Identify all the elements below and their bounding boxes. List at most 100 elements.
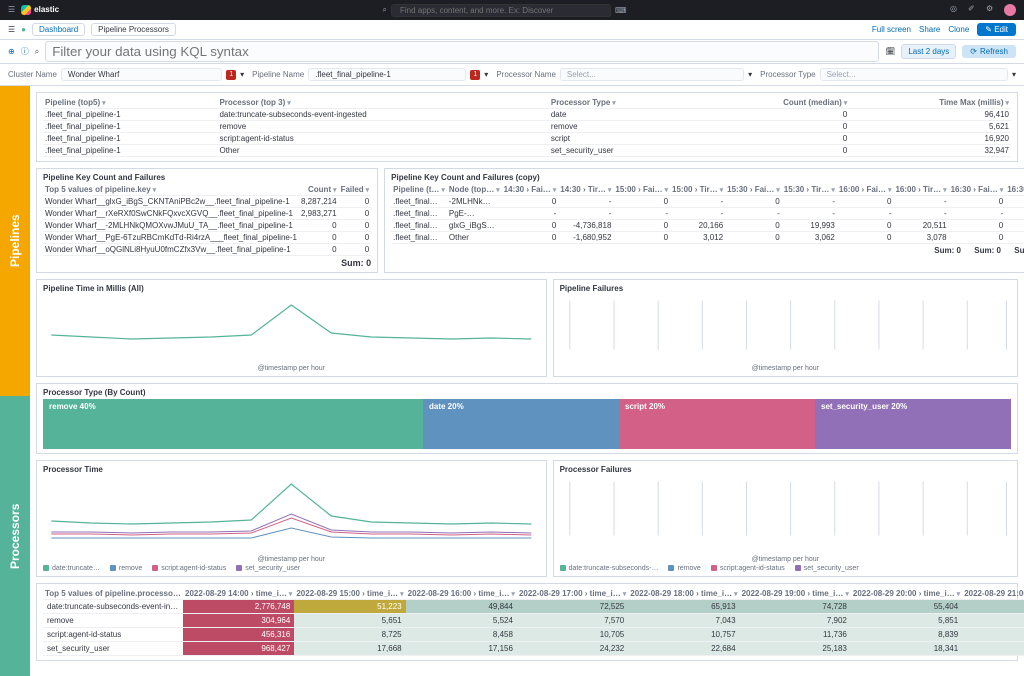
brand-logo[interactable]: elastic	[21, 5, 59, 15]
pencil-icon: ✎	[985, 25, 994, 34]
column-header[interactable]: 16:00 › Tir…	[893, 184, 948, 196]
info-icon[interactable]: ⓘ	[21, 46, 29, 57]
chevron-down-icon[interactable]: ▾	[484, 70, 488, 79]
newsfeed-icon[interactable]: ✐	[968, 4, 980, 16]
refresh-icon: ⟳	[970, 47, 977, 56]
table-row[interactable]: script:agent-id-status456,3168,7258,4581…	[43, 628, 1024, 642]
chevron-down-icon[interactable]: ▾	[1012, 70, 1016, 79]
column-header[interactable]: 14:30 › Fai…	[502, 184, 559, 196]
pipeline-time-chart-panel: Pipeline Time in Millis (All) @timestamp…	[36, 279, 547, 377]
search-icon: ⌕	[35, 47, 39, 57]
table-row[interactable]: .fleet_final…-2MLHNk…0-0-0-0-0-0-	[391, 196, 1024, 208]
table-row[interactable]: .fleet_final…PgE-…------------	[391, 208, 1024, 220]
column-header[interactable]: 15:30 › Fai…	[725, 184, 782, 196]
table-row[interactable]: .fleet_final_pipeline-1Otherset_security…	[43, 145, 1011, 157]
calendar-icon[interactable]: 🗓	[885, 47, 895, 56]
table-row[interactable]: .fleet_final_pipeline-1removeremove05,62…	[43, 121, 1011, 133]
settings-icon[interactable]: ⚙	[986, 4, 998, 16]
column-header[interactable]: Processor Type	[549, 97, 700, 109]
help-icon[interactable]: ◎	[950, 4, 962, 16]
pipeline-top5-table-panel: Pipeline (top5)Processor (top 3)Processo…	[36, 92, 1018, 162]
panel-title: Processor Time	[43, 465, 540, 474]
column-header[interactable]: Failed	[339, 184, 372, 196]
processor-failures-legend: date:truncate-subseconds-…removescript:a…	[560, 565, 1011, 572]
global-search-input[interactable]	[391, 4, 611, 17]
pipeline-time-line-chart	[43, 295, 540, 355]
column-header[interactable]: 15:00 › Tir…	[670, 184, 725, 196]
table-row[interactable]: set_security_user968,42717,66817,15624,2…	[43, 642, 1024, 656]
breadcrumb-bar: ☰ ● Dashboard Pipeline Processors Full s…	[0, 20, 1024, 40]
column-header[interactable]: Pipeline (t…	[391, 184, 447, 196]
action-share[interactable]: Share	[919, 25, 940, 34]
processor-time-legend: date:truncate…removescript:agent-id-stat…	[43, 565, 540, 572]
collapse-icon[interactable]: ☰	[8, 26, 15, 34]
breadcrumb-dashboard[interactable]: Dashboard	[32, 23, 85, 36]
query-bar: ⊕ ⓘ ⌕ 🗓 Last 2 days ⟳Refresh	[0, 40, 1024, 64]
table-row[interactable]: .fleet_final_pipeline-1date:truncate-sub…	[43, 109, 1011, 121]
cluster-name-label: Cluster Name	[8, 70, 57, 79]
table-row[interactable]: Wonder Wharf__glxG_iBgS_CKNTAniPBc2w__.f…	[43, 196, 371, 208]
column-header[interactable]: 16:00 › Fai…	[837, 184, 894, 196]
refresh-button[interactable]: ⟳Refresh	[962, 45, 1016, 58]
column-header[interactable]: 2022-08-29 17:00 › time_i…	[517, 588, 628, 600]
panel-title: Processor Failures	[560, 465, 1011, 474]
processor-heatmap-table: Top 5 values of pipeline.processor.name2…	[43, 588, 1024, 656]
column-header[interactable]: 2022-08-29 15:00 › time_i…	[294, 588, 405, 600]
column-header[interactable]: 2022-08-29 19:00 › time_i…	[740, 588, 851, 600]
pipeline-name-select[interactable]: .fleet_final_pipeline-1	[308, 68, 466, 81]
column-header[interactable]: Processor (top 3)	[217, 97, 548, 109]
column-header[interactable]: 16:30 › Tir…	[1005, 184, 1024, 196]
processor-type-panel: Processor Type (By Count) remove 40% dat…	[36, 383, 1018, 454]
sum-label: Sum: 0	[43, 258, 371, 268]
panel-title: Pipeline Key Count and Failures (copy)	[391, 173, 1024, 182]
processor-heatmap-panel: Top 5 values of pipeline.processor.name2…	[36, 583, 1018, 661]
processor-name-select[interactable]: Select...	[560, 68, 744, 81]
table-row[interactable]: Wonder Wharf__oQGlNLi8HyuU0fmCZfx3Vw__.f…	[43, 244, 371, 256]
table-row[interactable]: .fleet_final…glxG_iBgS…0-4,736,818020,16…	[391, 220, 1024, 232]
column-header[interactable]: 2022-08-29 14:00 › time_i…	[183, 588, 294, 600]
table-row[interactable]: Wonder Wharf__rXeRXf0SwCNkFQxvcXGVQ__.fl…	[43, 208, 371, 220]
column-header[interactable]: 15:00 › Fai…	[613, 184, 670, 196]
column-header[interactable]: Count	[299, 184, 339, 196]
pipeline-failures-chart-panel: Pipeline Failures @timestamp per hour	[553, 279, 1018, 377]
chevron-down-icon[interactable]: ▾	[240, 70, 244, 79]
kql-input[interactable]	[45, 41, 879, 62]
time-range-picker[interactable]: Last 2 days	[901, 44, 956, 59]
column-header[interactable]: Pipeline (top5)	[43, 97, 217, 109]
action-clone[interactable]: Clone	[948, 25, 969, 34]
table-row[interactable]: Wonder Wharf__-2MLHNkQMOXvwJMuU_TA__.fle…	[43, 220, 371, 232]
pipeline-name-label: Pipeline Name	[252, 70, 304, 79]
user-avatar[interactable]	[1004, 4, 1016, 16]
column-header[interactable]: 14:30 › Tir…	[558, 184, 613, 196]
column-header[interactable]: 16:30 › Fai…	[949, 184, 1006, 196]
nav-toggle-icon[interactable]: ☰	[8, 6, 15, 14]
column-header[interactable]: Count (median)	[700, 97, 849, 109]
table-row[interactable]: .fleet_final_pipeline-1script:agent-id-s…	[43, 133, 1011, 145]
processor-type-select[interactable]: Select...	[820, 68, 1008, 81]
column-header[interactable]: Top 5 values of pipeline.processor.name	[43, 588, 183, 600]
processor-type-stacked-bar: remove 40% date 20% script 20% set_secur…	[43, 399, 1011, 449]
column-header[interactable]: Top 5 values of pipeline.key	[43, 184, 299, 196]
table-row[interactable]: .fleet_final…Other0-1,680,95203,01203,06…	[391, 232, 1024, 244]
column-header[interactable]: Node (top…	[447, 184, 502, 196]
panel-title: Pipeline Key Count and Failures	[43, 173, 371, 182]
pipeline-keycount-copy-panel: Pipeline Key Count and Failures (copy) P…	[384, 168, 1024, 273]
action-edit: ✎ Edit	[977, 23, 1016, 36]
panel-title: Pipeline Time in Millis (All)	[43, 284, 540, 293]
column-header[interactable]: 2022-08-29 20:00 › time_i…	[851, 588, 962, 600]
table-row[interactable]: remove304,9645,6515,5247,5707,0437,9025,…	[43, 614, 1024, 628]
column-header[interactable]: 15:30 › Tir…	[782, 184, 837, 196]
panel-title: Pipeline Failures	[560, 284, 1011, 293]
column-header[interactable]: 2022-08-29 18:00 › time_i…	[628, 588, 739, 600]
filter-icon[interactable]: ⊕	[8, 47, 15, 56]
action-fullscreen[interactable]: Full screen	[872, 25, 911, 34]
table-row[interactable]: Wonder Wharf__PgE-6TzuRBCmKdTd-Ri4rzA___…	[43, 232, 371, 244]
table-row[interactable]: date:truncate-subseconds-event-ingested2…	[43, 600, 1024, 614]
column-header[interactable]: 2022-08-29 21:00 › time_i…	[962, 588, 1024, 600]
column-header[interactable]: 2022-08-29 16:00 › time_i…	[406, 588, 517, 600]
rail-pipelines: Pipelines	[0, 86, 30, 396]
cluster-name-select[interactable]: Wonder Wharf	[61, 68, 222, 81]
chevron-down-icon[interactable]: ▾	[748, 70, 752, 79]
processor-failures-chart-panel: Processor Failures @timestamp per hour d…	[553, 460, 1018, 577]
column-header[interactable]: Time Max (millis)	[849, 97, 1011, 109]
